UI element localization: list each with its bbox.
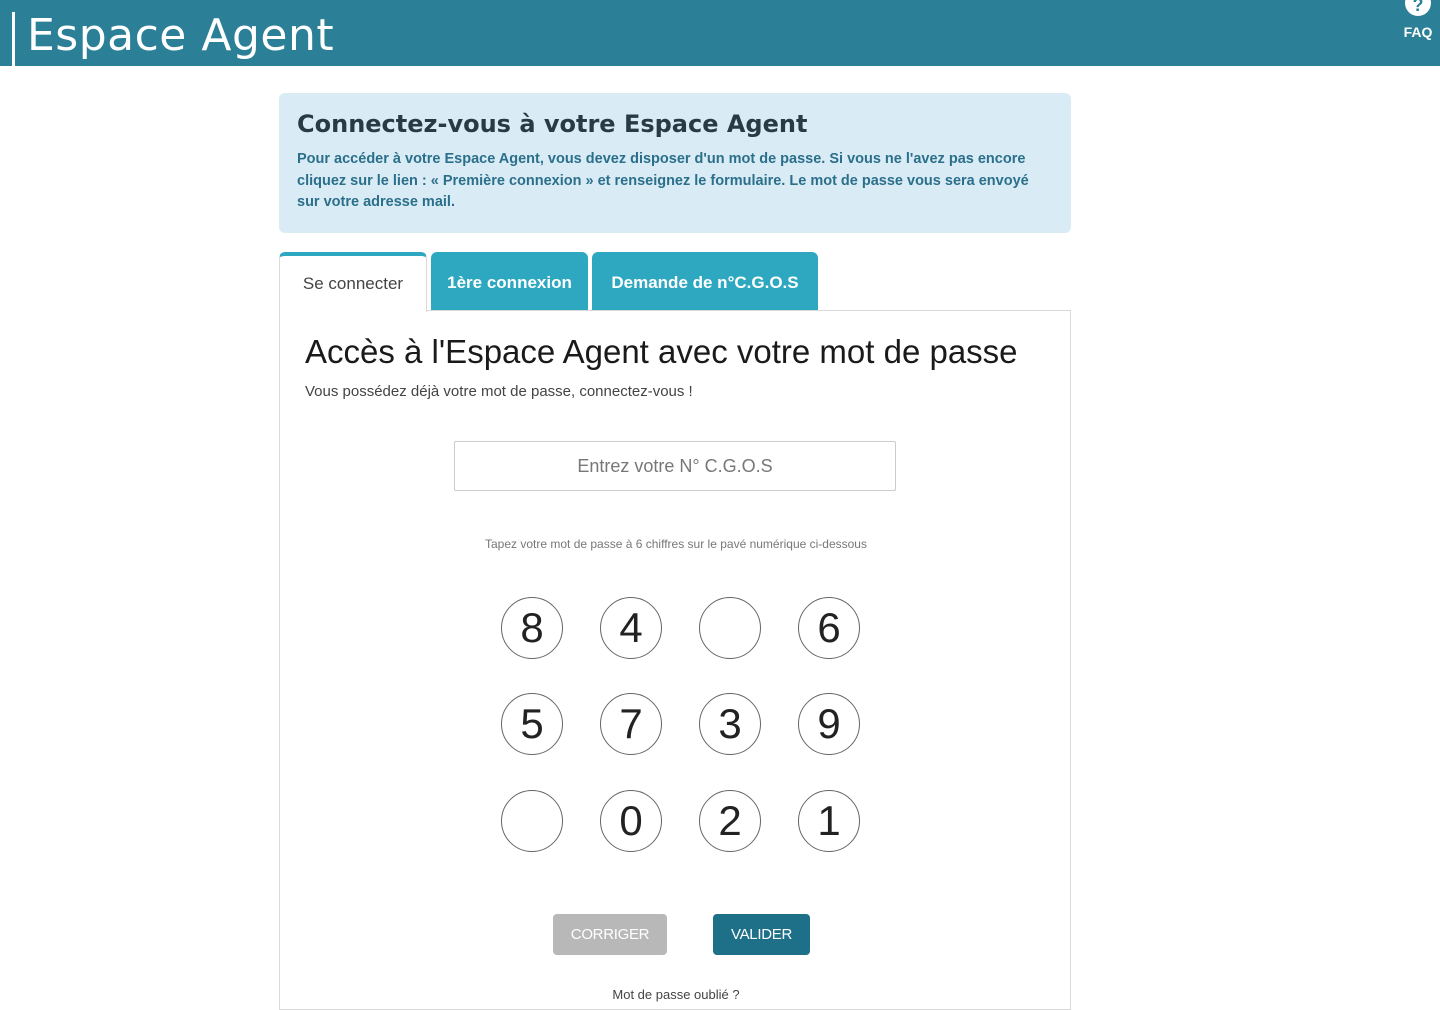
keypad-key[interactable]: 1 <box>798 790 860 852</box>
keypad-key[interactable]: 7 <box>600 693 662 755</box>
info-title: Connectez-vous à votre Espace Agent <box>297 110 808 138</box>
keypad-key[interactable]: 0 <box>600 790 662 852</box>
keypad-key[interactable]: 9 <box>798 693 860 755</box>
keypad-key[interactable]: 6 <box>798 597 860 659</box>
top-header: Espace Agent ? FAQ <box>0 0 1440 66</box>
brand-title: Espace Agent <box>27 10 335 61</box>
info-text: Pour accéder à votre Espace Agent, vous … <box>297 151 1029 210</box>
keypad-hint: Tapez votre mot de passe à 6 chiffres su… <box>485 537 867 551</box>
info-box: Connectez-vous à votre Espace Agent Pour… <box>279 93 1071 233</box>
keypad-key[interactable]: 5 <box>501 693 563 755</box>
tab-premiere-connexion[interactable]: 1ère connexion <box>431 252 588 311</box>
keypad-key[interactable]: 3 <box>699 693 761 755</box>
cgos-number-input[interactable] <box>454 441 896 491</box>
keypad-key[interactable]: 4 <box>600 597 662 659</box>
tab-se-connecter[interactable]: Se connecter <box>279 252 427 312</box>
forgot-password-link[interactable]: Mot de passe oublié ? <box>280 987 1072 1002</box>
keypad-key-blank[interactable] <box>501 790 563 852</box>
keypad-key[interactable]: 2 <box>699 790 761 852</box>
faq-label: FAQ <box>1403 24 1433 40</box>
page-subtitle: Vous possédez déjà votre mot de passe, c… <box>305 383 693 400</box>
keypad-key[interactable]: 8 <box>501 597 563 659</box>
login-panel: Accès à l'Espace Agent avec votre mot de… <box>279 310 1071 1010</box>
faq-link[interactable]: ? FAQ <box>1400 0 1436 60</box>
question-circle-icon: ? <box>1405 0 1431 16</box>
corriger-button[interactable]: CORRIGER <box>553 914 667 955</box>
tab-demande-cgos[interactable]: Demande de n°C.G.O.S <box>592 252 818 311</box>
numeric-keypad: 8 4 6 5 7 3 9 0 2 1 <box>501 597 861 857</box>
brand-divider <box>12 12 15 66</box>
valider-button[interactable]: VALIDER <box>713 914 810 955</box>
page-title: Accès à l'Espace Agent avec votre mot de… <box>305 333 1018 370</box>
keypad-key-blank[interactable] <box>699 597 761 659</box>
